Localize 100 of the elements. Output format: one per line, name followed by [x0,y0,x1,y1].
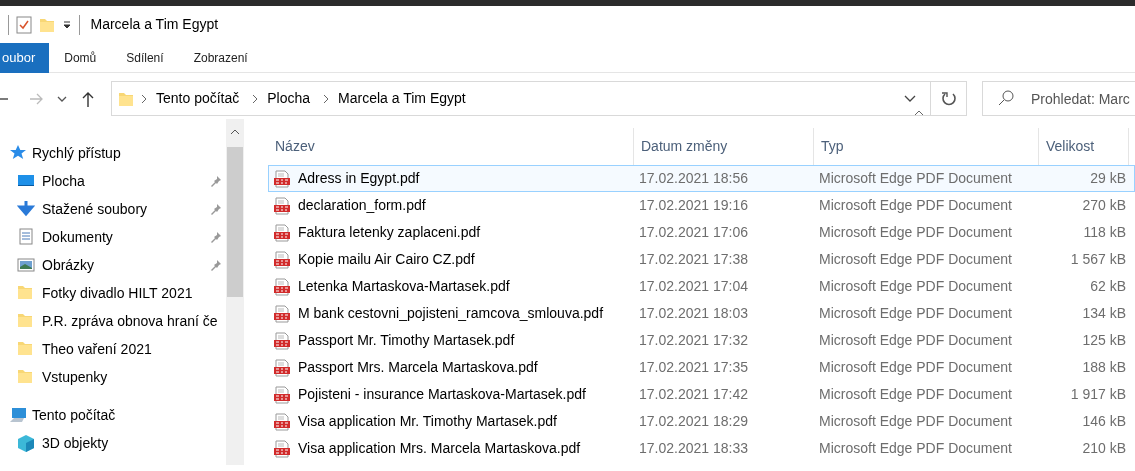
sidebar-item[interactable]: Fotky divadlo HILT 2021 [0,279,226,307]
up-button[interactable] [81,90,95,107]
folder-icon [17,312,35,330]
file-size: 134 kB [1081,304,1127,323]
file-size: 118 kB [1082,223,1127,242]
pdf-file-icon [273,304,291,323]
file-date: 17.02.2021 18:29 [638,412,749,431]
computer-icon [9,406,27,424]
chevron-down-icon [904,94,916,103]
sidebar-item[interactable]: Tento počítač [0,401,226,429]
file-type: Microsoft Edge PDF Document [818,412,1013,431]
file-size: 1 917 kB [1069,385,1127,404]
pdf-file-icon [273,250,291,269]
sidebar-item[interactable]: P.R. zpráva obnova hraní če [0,307,226,335]
recent-locations-button[interactable] [57,94,67,103]
file-row[interactable]: Visa application Mr. Timothy Martasek.pdf 17.02.2021 18:29 Microsoft Edge PDF Document 146 kB [268,408,1135,435]
scrollbar[interactable] [226,119,244,465]
file-type: Microsoft Edge PDF Document [818,250,1013,269]
file-name: Adress in Egypt.pdf [298,169,420,188]
file-type: Microsoft Edge PDF Document [818,304,1013,323]
file-row[interactable]: Visa application Mrs. Marcela Martaskova.pdf 17.02.2021 18:33 Microsoft Edge PDF Document 210 kB [268,435,1135,462]
chevron-right-icon [251,93,260,104]
file-name: M bank cestovni_pojisteni_ramcova_smlouva.pdf [298,304,604,323]
dropdown-icon[interactable] [62,19,72,30]
forward-arrow-icon [29,91,43,106]
sidebar-item[interactable]: Rychlý přístup [0,139,226,167]
file-row[interactable]: declaration_form.pdf 17.02.2021 19:16 Microsoft Edge PDF Document 270 kB [268,192,1135,219]
pdf-file-icon [273,331,291,350]
address-dropdown-button[interactable] [904,94,916,103]
file-row[interactable]: Letenka Martaskova-Martasek.pdf 17.02.2021 17:04 Microsoft Edge PDF Document 62 kB [268,273,1135,300]
file-type: Microsoft Edge PDF Document [818,331,1013,350]
file-name: Pojisteni - insurance Martaskova-Martasek.pdf [298,385,586,404]
ribbon-tab[interactable]: Sdílení [111,43,179,73]
file-name: Passport Mrs. Marcela Martaskova.pdf [298,358,538,377]
folder-icon [118,90,134,107]
folder-icon [17,368,35,386]
file-type: Microsoft Edge PDF Document [818,385,1013,404]
file-name: Visa application Mrs. Marcela Martaskova.pdf [298,439,581,458]
file-row[interactable]: Adress in Egypt.pdf 17.02.2021 18:56 Microsoft Edge PDF Document 29 kB [268,165,1135,192]
file-type: Microsoft Edge PDF Document [818,169,1013,188]
star-icon [9,144,27,162]
properties-icon[interactable] [16,15,32,34]
chevron-down-icon [57,94,67,103]
file-row[interactable]: Pojisteni - insurance Martaskova-Martasek.pdf 17.02.2021 17:42 Microsoft Edge PDF Document 1 917 kB [268,381,1135,408]
file-row[interactable]: Passport Mr. Timothy Martasek.pdf 17.02.2021 17:32 Microsoft Edge PDF Document 125 kB [268,327,1135,354]
breadcrumb[interactable]: Marcela a Tim Egypt [334,88,470,109]
file-size: 270 kB [1081,196,1127,215]
breadcrumb[interactable]: Tento počítač [152,88,244,109]
file-date: 17.02.2021 17:04 [638,277,749,296]
sidebar-item[interactable]: Theo vaření 2021 [0,335,226,363]
file-date: 17.02.2021 18:03 [638,304,749,323]
file-type: Microsoft Edge PDF Document [818,439,1013,458]
sidebar-item[interactable]: Dokumenty [0,223,226,251]
file-row[interactable]: Faktura letenky zaplaceni.pdf 17.02.2021 17:06 Microsoft Edge PDF Document 118 kB [268,219,1135,246]
chevron-right-icon [140,93,148,104]
back-button[interactable] [0,97,8,100]
file-name: Letenka Martaskova-Martasek.pdf [298,277,510,296]
sidebar-item[interactable]: Stažené soubory [0,195,226,223]
file-date: 17.02.2021 17:42 [638,385,749,404]
search-field[interactable]: Prohledat: Marc [982,81,1135,116]
ribbon-tab[interactable]: Zobrazení [178,43,263,73]
file-size: 125 kB [1081,331,1127,350]
file-row[interactable]: Kopie mailu Air Cairo CZ.pdf 17.02.2021 17:38 Microsoft Edge PDF Document 1 567 kB [268,246,1135,273]
file-date: 17.02.2021 18:56 [638,169,749,188]
pdf-file-icon [273,439,291,458]
pdf-file-icon [273,358,291,377]
address-bar[interactable]: Tento počítač Plocha Marcela a Tim Egypt [111,81,931,116]
file-type: Microsoft Edge PDF Document [818,196,1013,215]
file-row[interactable]: M bank cestovni_pojisteni_ramcova_smlouva.pdf 17.02.2021 18:03 Microsoft Edge PDF Document 134 kB [268,300,1135,327]
file-size: 29 kB [1089,169,1127,188]
sidebar-item[interactable]: Plocha [0,167,226,195]
ribbon-tab[interactable]: oubor [0,43,50,73]
pdf-file-icon [273,385,291,404]
file-date: 17.02.2021 19:16 [638,196,749,215]
file-row[interactable]: Passport Mrs. Marcela Martaskova.pdf 17.02.2021 17:35 Microsoft Edge PDF Document 188 kB [268,354,1135,381]
document-icon [17,228,35,246]
file-type: Microsoft Edge PDF Document [818,223,1013,242]
file-type: Microsoft Edge PDF Document [818,277,1013,296]
up-arrow-icon [81,90,95,107]
sidebar-item[interactable]: Obrázky [0,251,226,279]
file-size: 146 kB [1081,412,1127,431]
cube-icon [17,434,35,452]
file-date: 17.02.2021 17:32 [638,331,749,350]
sidebar-item[interactable]: Vstupenky [0,363,226,391]
file-name: Kopie mailu Air Cairo CZ.pdf [298,250,475,269]
scrollbar-thumb[interactable] [227,147,243,297]
ribbon-tab[interactable]: Domů [49,43,112,73]
window-title: Marcela a Tim Egypt [90,15,219,34]
sidebar-item[interactable]: 3D objekty [0,429,226,457]
pdf-file-icon [273,277,291,296]
file-date: 17.02.2021 18:33 [638,439,749,458]
refresh-button[interactable] [931,81,967,116]
search-icon [998,90,1014,106]
down-arrow-icon [17,200,35,218]
file-size: 62 kB [1089,277,1127,296]
folder-icon [17,340,35,358]
breadcrumb[interactable]: Plocha [263,88,315,109]
refresh-icon [940,90,957,107]
file-size: 210 kB [1081,439,1127,458]
file-size: 1 567 kB [1069,250,1127,269]
